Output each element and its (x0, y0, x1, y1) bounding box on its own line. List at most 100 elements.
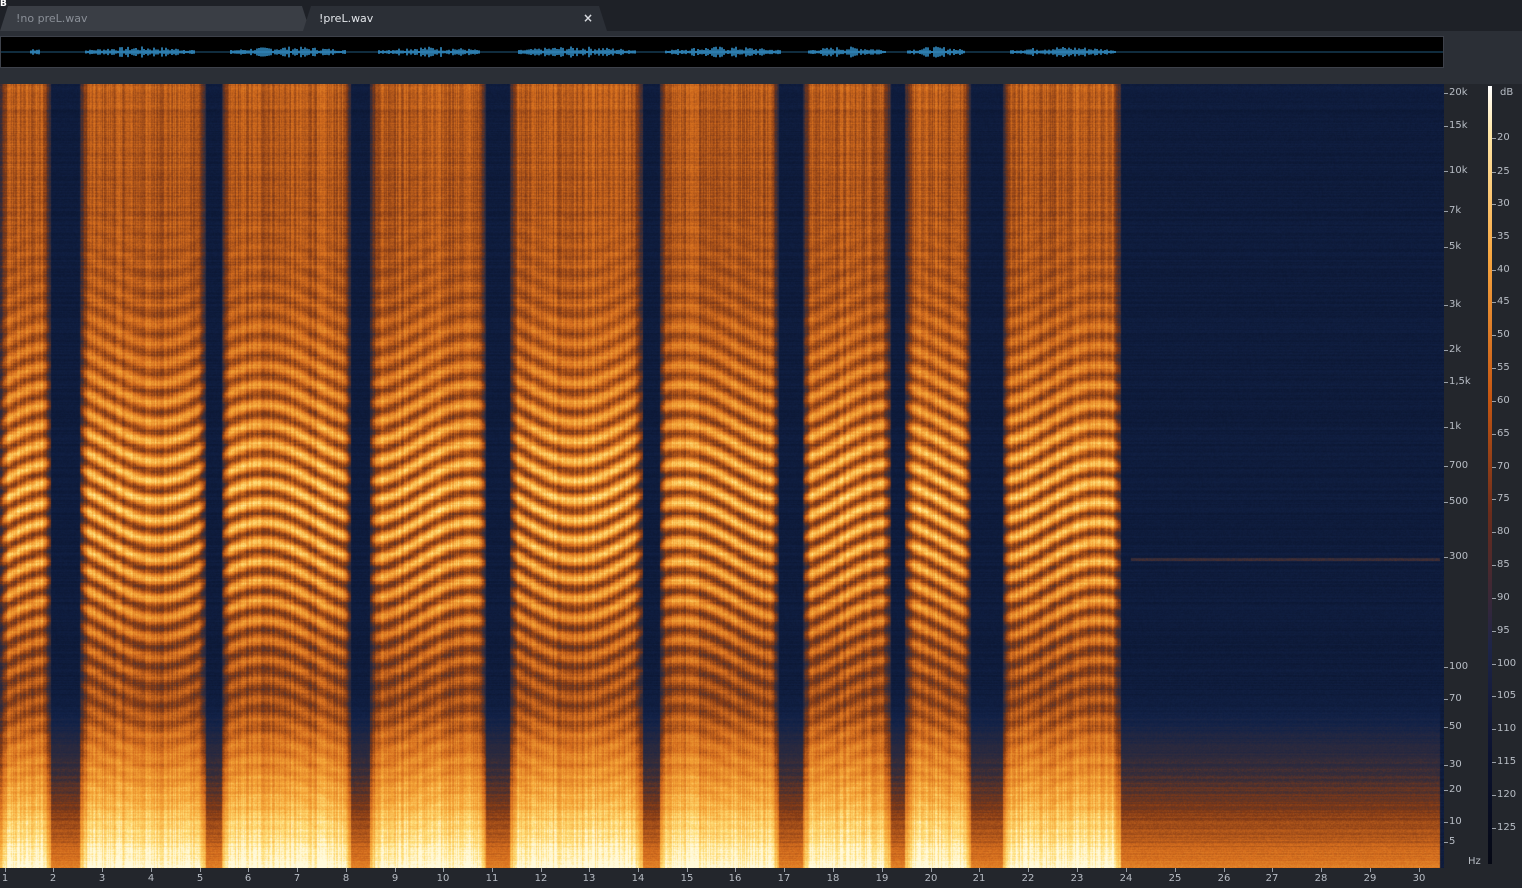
time-label: 21 (972, 873, 986, 884)
freq-label: 30 (1449, 759, 1462, 770)
time-label: 30 (1412, 873, 1426, 884)
db-label: 85 (1497, 559, 1510, 570)
db-label: 70 (1497, 461, 1510, 472)
db-unit-label: dB (1500, 87, 1514, 98)
freq-label: 20 (1449, 784, 1462, 795)
freq-label: 10k (1449, 165, 1468, 176)
time-label: 29 (1363, 873, 1377, 884)
db-label: 105 (1497, 690, 1517, 701)
spectrogram-view[interactable] (0, 84, 1444, 868)
close-icon[interactable]: × (583, 6, 593, 31)
freq-label: 100 (1449, 661, 1469, 672)
freq-label: 300 (1449, 551, 1469, 562)
time-tick (5, 868, 6, 872)
db-label: 50 (1497, 329, 1510, 340)
freq-tick (1444, 305, 1448, 306)
time-tick (589, 868, 590, 872)
freq-label: 5k (1449, 241, 1462, 252)
time-label: 4 (147, 873, 155, 884)
tab-label: !no preL.wav (16, 12, 88, 25)
time-label: 20 (924, 873, 938, 884)
time-label: 11 (485, 873, 499, 884)
db-tick (1492, 138, 1496, 139)
time-label: 5 (196, 873, 204, 884)
time-label: 27 (1265, 873, 1279, 884)
time-label: 6 (244, 873, 252, 884)
time-label: 16 (728, 873, 742, 884)
time-label: 2 (49, 873, 57, 884)
time-tick (1077, 868, 1078, 872)
freq-label: 20k (1449, 87, 1468, 98)
time-tick (638, 868, 639, 872)
tab-prel-wav[interactable]: !preL.wav × (303, 6, 607, 31)
time-tick (443, 868, 444, 872)
freq-tick (1444, 126, 1448, 127)
db-label: 55 (1497, 362, 1510, 373)
time-label: 14 (631, 873, 645, 884)
db-tick (1492, 204, 1496, 205)
db-tick (1492, 631, 1496, 632)
time-label: 12 (534, 873, 548, 884)
time-label: 8 (342, 873, 350, 884)
tab-no-prel-wav[interactable]: !no preL.wav (0, 6, 310, 31)
db-tick (1492, 532, 1496, 533)
time-label: 13 (582, 873, 596, 884)
freq-tick (1444, 699, 1448, 700)
freq-tick (1444, 667, 1448, 668)
axis-corner (1444, 868, 1522, 888)
time-label: 10 (436, 873, 450, 884)
tab-bar: B !no preL.wav !preL.wav × (0, 0, 1522, 31)
freq-label: 7k (1449, 205, 1462, 216)
freq-unit-label: Hz (1468, 856, 1481, 867)
corner-mark: B (0, 0, 7, 9)
time-label: 19 (875, 873, 889, 884)
db-label: 90 (1497, 592, 1510, 603)
freq-tick (1444, 171, 1448, 172)
db-tick (1492, 434, 1496, 435)
db-tick (1492, 401, 1496, 402)
time-tick (784, 868, 785, 872)
time-tick (931, 868, 932, 872)
time-label: 17 (777, 873, 791, 884)
db-label: 60 (1497, 395, 1510, 406)
freq-tick (1444, 765, 1448, 766)
time-tick (1028, 868, 1029, 872)
db-tick (1492, 696, 1496, 697)
time-tick (297, 868, 298, 872)
db-label: 20 (1497, 132, 1510, 143)
freq-tick (1444, 350, 1448, 351)
frequency-axis: 20k 15k 10k 7k 5k 3k 2k 1,5k 1k 700 500 300 100 70 50 3… (1444, 84, 1488, 868)
freq-label: 3k (1449, 299, 1462, 310)
db-tick (1492, 302, 1496, 303)
time-label: 26 (1217, 873, 1231, 884)
time-tick (735, 868, 736, 872)
time-axis[interactable]: 1 2 3 4 5 6 7 8 9 10 11 12 13 14 15 16 17 18 19 20 21 22 23 24 2… (0, 868, 1444, 888)
db-tick (1492, 499, 1496, 500)
spectrogram-canvas[interactable] (0, 84, 1444, 868)
db-tick (1492, 598, 1496, 599)
time-label: 9 (391, 873, 399, 884)
time-label: 1 (1, 873, 9, 884)
waveform-overview[interactable] (0, 36, 1444, 68)
time-label: 23 (1070, 873, 1084, 884)
freq-tick (1444, 790, 1448, 791)
waveform-overview-svg (1, 46, 1443, 58)
freq-tick (1444, 211, 1448, 212)
freq-tick (1444, 822, 1448, 823)
time-tick (1419, 868, 1420, 872)
db-tick (1492, 172, 1496, 173)
freq-label: 15k (1449, 120, 1468, 131)
db-label: 120 (1497, 789, 1517, 800)
freq-tick (1444, 502, 1448, 503)
time-tick (979, 868, 980, 872)
db-label: 25 (1497, 166, 1510, 177)
db-tick (1492, 335, 1496, 336)
tab-label: !preL.wav (319, 12, 374, 25)
freq-tick (1444, 557, 1448, 558)
db-label: 125 (1497, 822, 1517, 833)
db-tick (1492, 368, 1496, 369)
db-color-bar (1488, 86, 1492, 864)
freq-label: 50 (1449, 721, 1462, 732)
db-tick (1492, 762, 1496, 763)
time-tick (1370, 868, 1371, 872)
